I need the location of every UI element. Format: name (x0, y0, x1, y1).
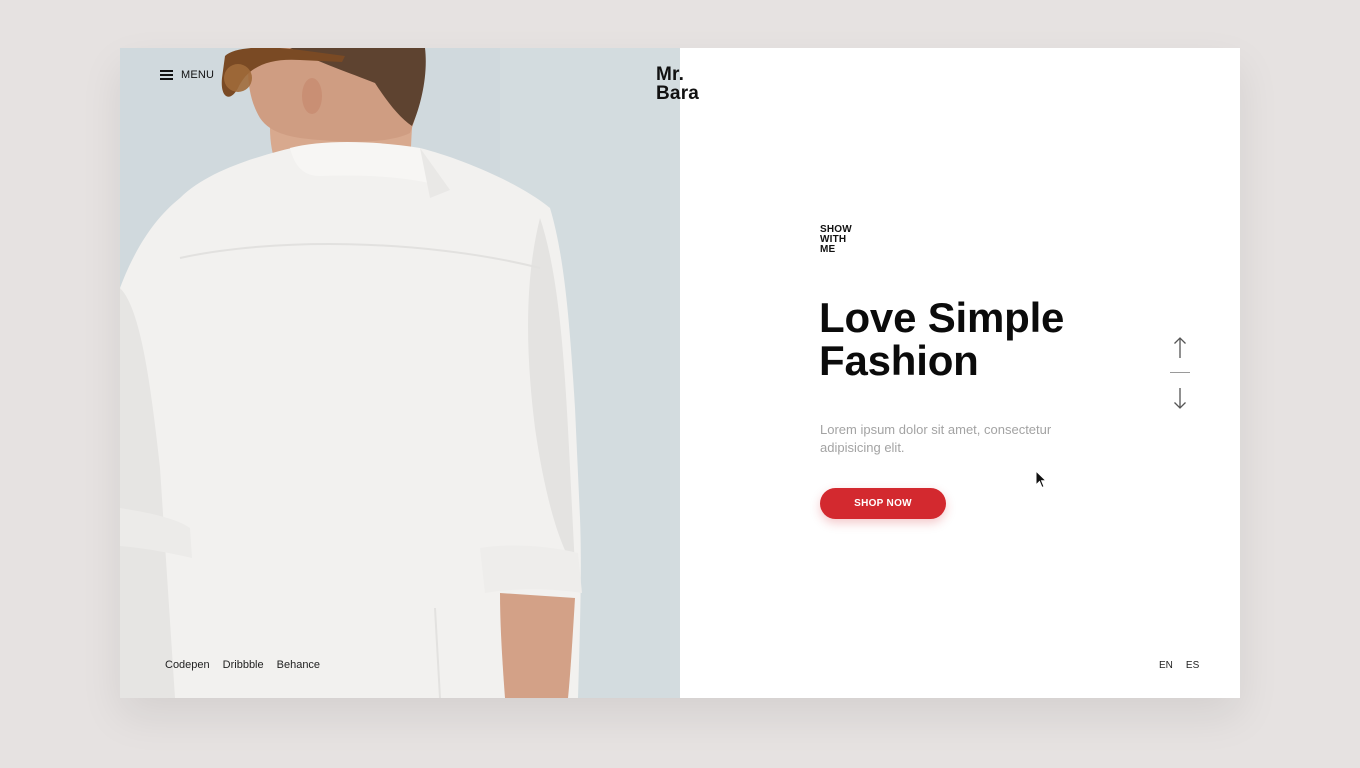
slide-navigation (1168, 336, 1192, 412)
language-es[interactable]: ES (1186, 660, 1199, 671)
previous-slide-button[interactable] (1168, 336, 1192, 362)
language-switcher: EN ES (1159, 660, 1199, 671)
social-link-dribbble[interactable]: Dribbble (223, 659, 264, 671)
logo-line-2: Bara (656, 83, 700, 104)
social-link-behance[interactable]: Behance (277, 659, 320, 671)
hero-title-line-1: Love Simple (819, 294, 1065, 341)
hero-card: MENU Codepen Dribbble Behance Mr. Bara S… (120, 48, 1240, 698)
arrow-up-icon (1174, 337, 1186, 358)
logo[interactable]: Mr. Bara (656, 65, 699, 103)
menu-button[interactable]: MENU (160, 69, 214, 81)
arrow-divider (1170, 372, 1190, 373)
social-links: Codepen Dribbble Behance (165, 659, 320, 671)
next-slide-button[interactable] (1168, 386, 1192, 412)
menu-label: MENU (181, 69, 215, 81)
model-illustration (120, 48, 680, 698)
eyebrow-line-3: ME (820, 244, 836, 255)
shop-now-button[interactable]: SHOP NOW (820, 488, 946, 519)
hero-photo: MENU Codepen Dribbble Behance (120, 48, 680, 698)
language-en[interactable]: EN (1159, 660, 1173, 671)
eyebrow-label: SHOW WITH ME (820, 225, 852, 255)
hamburger-icon (160, 70, 173, 80)
arrow-down-icon (1174, 388, 1186, 409)
hero-title-line-2: Fashion (819, 337, 979, 384)
logo-line-1: Mr. (656, 64, 685, 85)
hero-title: Love Simple Fashion (819, 296, 1064, 382)
social-link-codepen[interactable]: Codepen (165, 659, 210, 671)
hero-description: Lorem ipsum dolor sit amet, consectetur … (820, 422, 1052, 455)
mouse-cursor-icon (1035, 470, 1047, 489)
